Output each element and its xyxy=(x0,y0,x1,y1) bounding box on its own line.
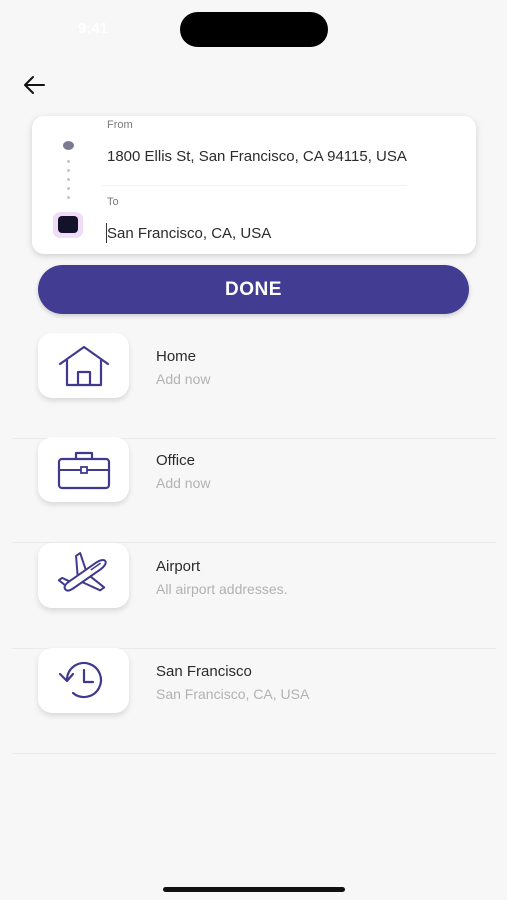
text-caret xyxy=(106,223,107,243)
recent-place-san-francisco[interactable]: San Francisco San Francisco, CA, USA xyxy=(12,648,496,754)
route-path-dots xyxy=(67,160,70,208)
status-time: 9:41 xyxy=(78,20,109,37)
from-label: From xyxy=(107,119,133,131)
place-title: Home xyxy=(156,348,197,365)
back-arrow-icon xyxy=(24,76,45,94)
route-card: From To xyxy=(32,116,476,254)
to-input[interactable] xyxy=(107,222,412,244)
place-title: San Francisco xyxy=(156,663,252,680)
dynamic-island xyxy=(180,12,328,47)
status-bar: 9:41 xyxy=(0,0,507,56)
history-icon-tile xyxy=(38,648,129,713)
saved-place-office[interactable]: Office Add now xyxy=(12,437,496,543)
destination-square-icon xyxy=(53,212,83,238)
saved-place-home[interactable]: Home Add now xyxy=(12,333,496,439)
home-icon-tile xyxy=(38,333,129,398)
card-divider xyxy=(102,185,407,186)
home-icon xyxy=(58,345,109,386)
place-title: Office xyxy=(156,452,195,469)
place-subtitle: Add now xyxy=(156,475,211,491)
place-title: Airport xyxy=(156,558,201,575)
place-subtitle: Add now xyxy=(156,371,211,387)
place-subtitle: San Francisco, CA, USA xyxy=(156,686,310,702)
airplane-icon xyxy=(57,551,107,591)
briefcase-icon xyxy=(57,451,110,489)
briefcase-icon-tile xyxy=(38,437,129,502)
airplane-icon-tile xyxy=(38,543,129,608)
history-clock-icon xyxy=(58,661,102,698)
done-button[interactable]: DONE xyxy=(38,265,469,314)
back-button[interactable] xyxy=(20,72,50,98)
origin-dot-icon xyxy=(63,141,74,150)
saved-place-airport[interactable]: Airport All airport addresses. xyxy=(12,543,496,649)
place-subtitle: All airport addresses. xyxy=(156,581,288,597)
to-label: To xyxy=(107,196,119,208)
home-indicator[interactable] xyxy=(163,887,345,892)
from-input[interactable] xyxy=(107,145,412,167)
screen: 9:41 From To DONE Home Add now xyxy=(0,0,507,900)
